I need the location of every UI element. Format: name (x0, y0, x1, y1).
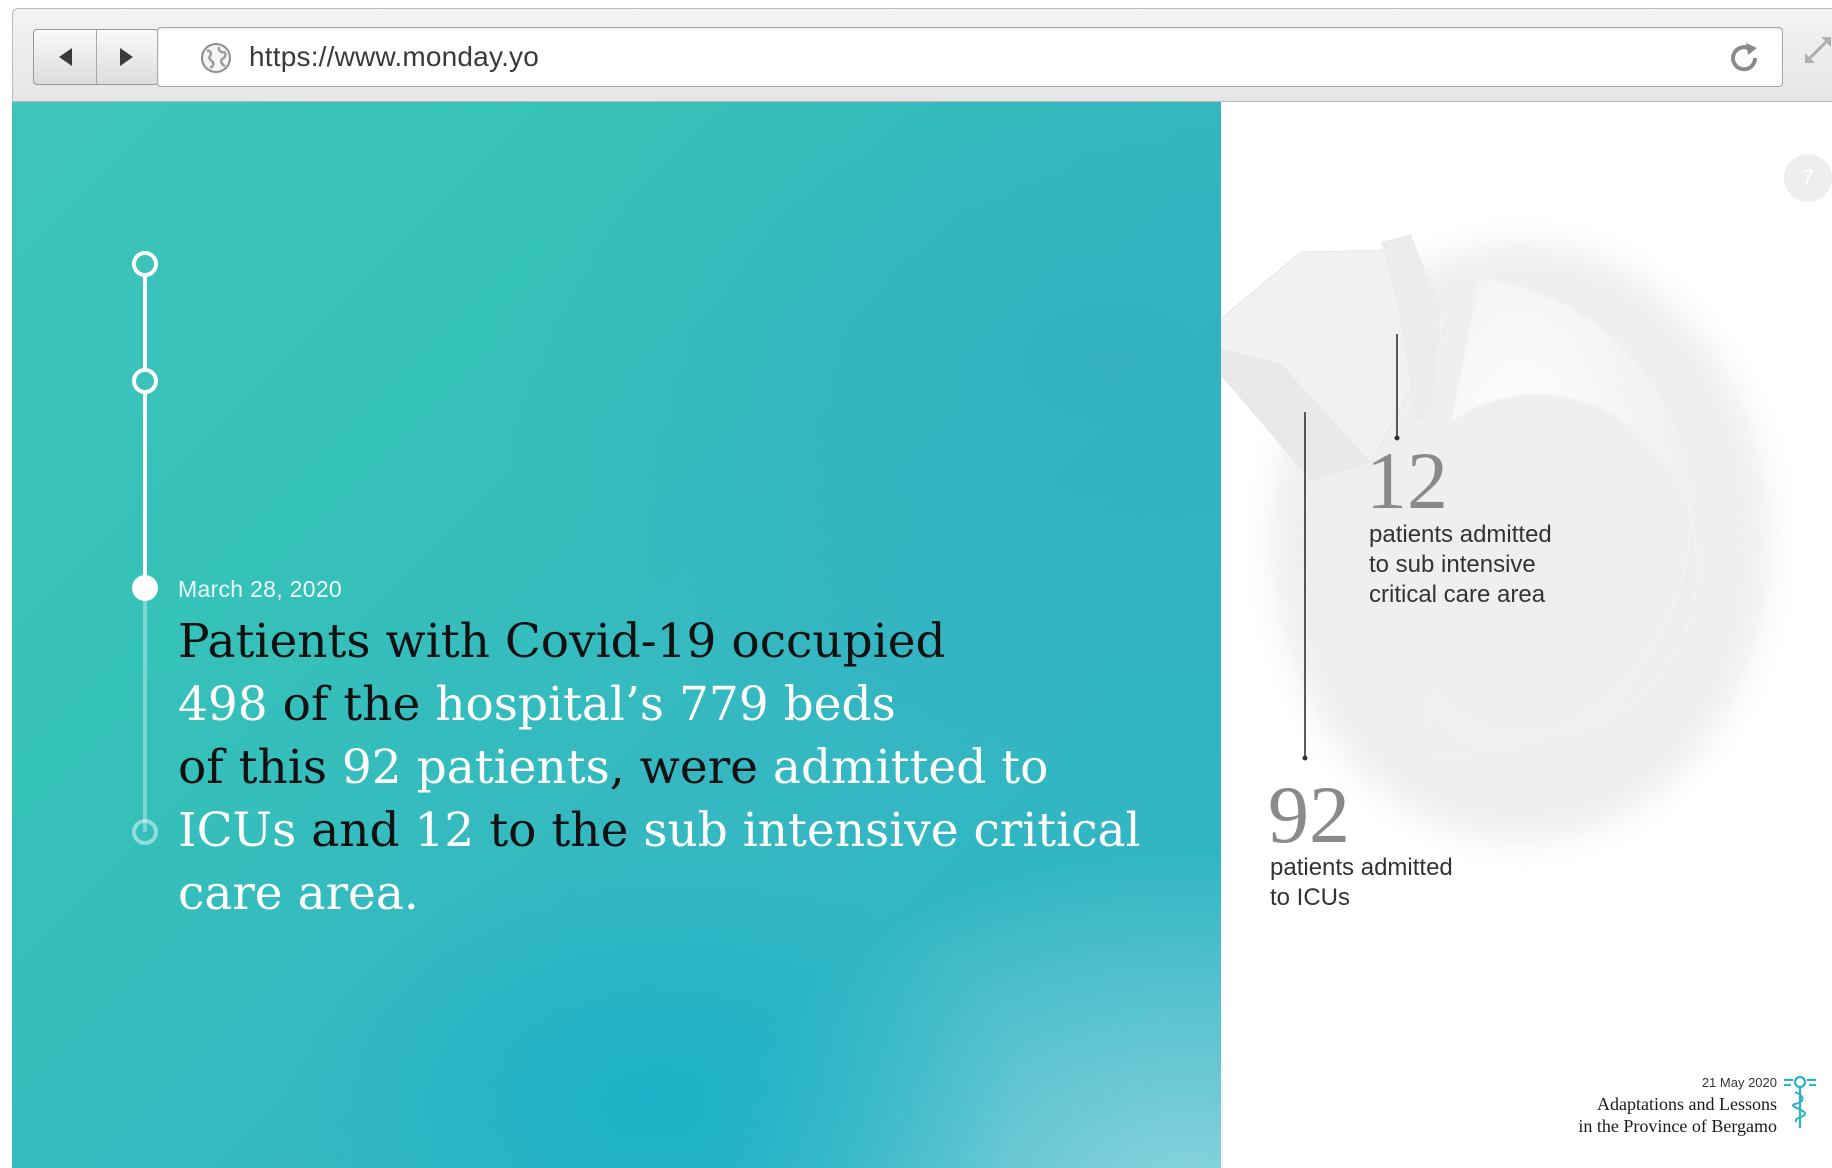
headline-highlight: ICUs (178, 803, 297, 858)
stat-desc-line: patients admitted (1270, 854, 1453, 881)
headline-highlight: 92 patients (341, 740, 610, 795)
stat-sub-intensive-number: 12 (1366, 435, 1448, 526)
headline-line-3: of this 92 patients, were admitted to (178, 736, 1138, 799)
slide-teal-panel: March 28, 2020 Patients with Covid-19 oc… (12, 102, 1221, 1168)
stat-desc-line: patients admitted (1369, 521, 1552, 548)
headline-segment: of this (178, 740, 342, 795)
stat-icu-number: 92 (1268, 769, 1350, 860)
footer-date: 21 May 2020 (1701, 1075, 1777, 1090)
headline-line-2: 498 of the hospital’s 779 beds (178, 673, 1138, 736)
footer-title-line-2: in the Province of Bergamo (1578, 1116, 1777, 1136)
back-arrow-icon (58, 48, 72, 66)
headline-segment: of the (267, 677, 436, 732)
slide-date: March 28, 2020 (178, 576, 343, 602)
fullscreen-icon[interactable] (1801, 31, 1832, 67)
headline-segment: to the (474, 803, 644, 858)
reload-icon[interactable] (1726, 40, 1762, 76)
timeline-node-2[interactable] (132, 368, 158, 394)
headline-highlight: 498 (178, 677, 268, 732)
headline-segment: and (296, 803, 415, 858)
headline-segment: Patients with Covid-19 occupied (178, 614, 946, 669)
slide-white-panel (1221, 102, 1832, 1168)
url-text[interactable]: https://www.monday.yo (249, 41, 539, 73)
stat-icu-desc: patients admitted to ICUs (1270, 853, 1453, 913)
headline-highlight: sub intensive critical (643, 803, 1141, 858)
headline-line-1: Patients with Covid-19 occupied (178, 610, 1138, 673)
headline-line-4: ICUs and 12 to the sub intensive critica… (178, 799, 1141, 862)
stat-sub-intensive-desc: patients admitted to sub intensive criti… (1369, 520, 1552, 610)
headline: Patients with Covid-19 occupied 498 of t… (178, 610, 1141, 925)
headline-highlight: admitted to (772, 740, 1049, 795)
stat-desc-line: to sub intensive (1369, 551, 1536, 578)
headline-line-5: care area. (178, 862, 1138, 925)
page-number-badge: 7 (1784, 154, 1832, 202)
headline-highlight: 12 (414, 803, 475, 858)
footer-title-line-1: Adaptations and Lessons (1597, 1094, 1777, 1114)
headline-highlight: care area. (178, 866, 419, 921)
timeline-node-current[interactable] (132, 575, 158, 601)
caduceus-logo-icon (1784, 1075, 1816, 1128)
stat-desc-line: to ICUs (1270, 884, 1351, 911)
browser-toolbar: https://www.monday.yo (12, 8, 1832, 102)
address-bar[interactable]: https://www.monday.yo (157, 27, 1783, 87)
headline-highlight: hospital’s 779 beds (435, 677, 896, 732)
back-button[interactable] (34, 30, 96, 84)
timeline-node-1[interactable] (132, 251, 158, 277)
forward-arrow-icon (120, 48, 134, 66)
connector-92-dot (1302, 755, 1308, 761)
headline-segment: , were (609, 740, 773, 795)
stat-desc-line: critical care area (1369, 581, 1546, 608)
globe-icon (201, 43, 231, 73)
ring-illustration (1221, 234, 1771, 842)
nav-button-group (33, 29, 159, 85)
forward-button[interactable] (95, 30, 159, 84)
footer-title: Adaptations and Lessons in the Province … (1578, 1093, 1777, 1137)
